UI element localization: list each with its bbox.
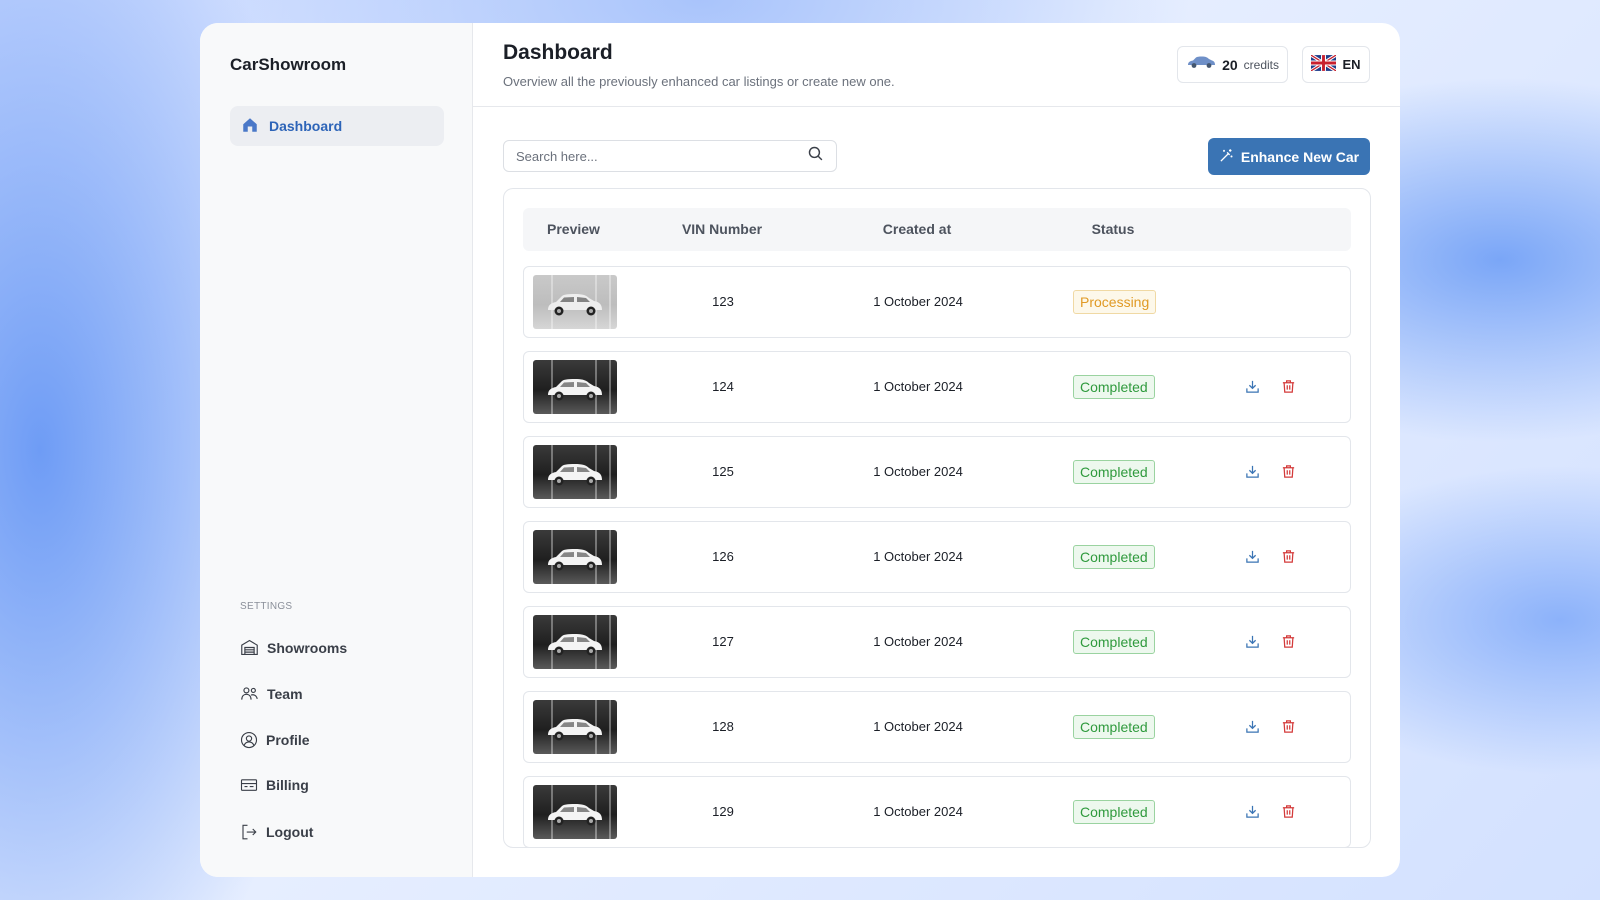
team-icon (240, 685, 259, 702)
car-preview-image[interactable] (533, 360, 617, 414)
car-preview-image[interactable] (533, 785, 617, 839)
car-thumbnail-icon (545, 544, 605, 579)
table-row[interactable]: 128 1 October 2024 Completed (523, 691, 1351, 763)
vin-cell: 129 (712, 804, 734, 819)
car-thumbnail-icon (545, 714, 605, 749)
language-selector[interactable]: EN (1302, 46, 1370, 83)
sidebar-item-dashboard[interactable]: Dashboard (230, 106, 444, 146)
brand-name: CarShowroom (230, 55, 347, 74)
created-at-cell: 1 October 2024 (873, 464, 963, 479)
status-badge: Processing (1073, 290, 1157, 314)
home-icon (241, 116, 259, 137)
credits-value: 20 (1222, 56, 1238, 73)
sidebar-item-label: Showrooms (267, 639, 348, 656)
created-at-cell: 1 October 2024 (873, 719, 963, 734)
settings-section-label: SETTINGS (240, 601, 293, 612)
created-at-cell: 1 October 2024 (873, 549, 963, 564)
car-icon (1186, 55, 1216, 74)
created-at-cell: 1 October 2024 (873, 634, 963, 649)
sidebar-item-team[interactable]: Team (240, 685, 303, 702)
vin-cell: 124 (712, 379, 734, 394)
search-icon[interactable] (807, 145, 824, 167)
sidebar: CarShowroom Dashboard SETTINGS Showrooms… (200, 23, 473, 877)
car-thumbnail-icon (545, 289, 605, 324)
table-row[interactable]: 123 1 October 2024 Processing (523, 266, 1351, 338)
status-badge: Completed (1073, 715, 1155, 739)
download-icon[interactable] (1245, 719, 1260, 739)
status-badge: Completed (1073, 630, 1155, 654)
delete-icon[interactable] (1281, 634, 1296, 654)
column-header-status: Status (1091, 221, 1135, 237)
profile-icon (240, 731, 258, 749)
vin-cell: 128 (712, 719, 734, 734)
download-icon[interactable] (1245, 379, 1260, 399)
download-icon[interactable] (1245, 549, 1260, 569)
download-icon[interactable] (1245, 634, 1260, 654)
listings-table: Preview VIN Number Created at Status 123… (503, 188, 1371, 848)
search-box (503, 140, 837, 172)
credits-label: credits (1243, 57, 1279, 72)
created-at-cell: 1 October 2024 (873, 379, 963, 394)
column-header-created: Created at (882, 221, 952, 237)
sidebar-item-label: Dashboard (269, 118, 343, 134)
sidebar-item-label: Billing (266, 777, 309, 793)
enhance-new-car-button[interactable]: Enhance New Car (1208, 138, 1370, 175)
delete-icon[interactable] (1281, 379, 1296, 399)
car-thumbnail-icon (545, 374, 605, 409)
status-badge: Completed (1073, 460, 1155, 484)
table-row[interactable]: 124 1 October 2024 Completed (523, 351, 1351, 423)
status-badge: Completed (1073, 375, 1155, 399)
vin-cell: 125 (712, 464, 734, 479)
car-preview-image[interactable] (533, 275, 617, 329)
uk-flag-icon (1310, 53, 1338, 74)
sidebar-item-label: Profile (266, 732, 310, 748)
delete-icon[interactable] (1281, 804, 1296, 824)
delete-icon[interactable] (1281, 549, 1296, 569)
column-header-vin: VIN Number (681, 221, 763, 237)
sidebar-item-label: Logout (266, 824, 314, 840)
car-preview-image[interactable] (533, 530, 617, 584)
main-content: Dashboard Overview all the previously en… (473, 23, 1400, 877)
app-window: CarShowroom Dashboard SETTINGS Showrooms… (200, 23, 1400, 877)
language-code: EN (1342, 57, 1361, 72)
sidebar-item-billing[interactable]: Billing (240, 777, 309, 793)
car-preview-image[interactable] (533, 445, 617, 499)
column-header-preview: Preview (547, 221, 600, 237)
car-thumbnail-icon (545, 799, 605, 834)
created-at-cell: 1 October 2024 (873, 294, 963, 309)
car-preview-image[interactable] (533, 615, 617, 669)
search-input[interactable] (516, 148, 807, 164)
sidebar-item-showrooms[interactable]: Showrooms (240, 639, 347, 656)
table-row[interactable]: 126 1 October 2024 Completed (523, 521, 1351, 593)
sidebar-item-label: Team (267, 685, 303, 702)
sidebar-item-profile[interactable]: Profile (240, 731, 310, 749)
download-icon[interactable] (1245, 464, 1260, 484)
delete-icon[interactable] (1281, 719, 1296, 739)
sidebar-item-logout[interactable]: Logout (240, 823, 313, 841)
table-row[interactable]: 127 1 October 2024 Completed (523, 606, 1351, 678)
page-title: Dashboard (503, 41, 613, 64)
credits-indicator: 20 credits (1177, 46, 1288, 83)
page-header: Dashboard Overview all the previously en… (473, 23, 1400, 107)
garage-icon (240, 639, 259, 656)
status-badge: Completed (1073, 800, 1155, 824)
page-subtitle: Overview all the previously enhanced car… (503, 74, 895, 89)
magic-wand-icon (1219, 148, 1234, 166)
vin-cell: 127 (712, 634, 734, 649)
download-icon[interactable] (1245, 804, 1260, 824)
table-row[interactable]: 125 1 October 2024 Completed (523, 436, 1351, 508)
billing-icon (240, 777, 258, 793)
car-preview-image[interactable] (533, 700, 617, 754)
status-badge: Completed (1073, 545, 1155, 569)
enhance-button-label: Enhance New Car (1240, 148, 1360, 165)
car-thumbnail-icon (545, 459, 605, 494)
car-thumbnail-icon (545, 629, 605, 664)
vin-cell: 123 (712, 294, 734, 309)
table-header: Preview VIN Number Created at Status (523, 208, 1351, 251)
created-at-cell: 1 October 2024 (873, 804, 963, 819)
table-row[interactable]: 129 1 October 2024 Completed (523, 776, 1351, 847)
vin-cell: 126 (712, 549, 734, 564)
logout-icon (240, 823, 258, 841)
delete-icon[interactable] (1281, 464, 1296, 484)
